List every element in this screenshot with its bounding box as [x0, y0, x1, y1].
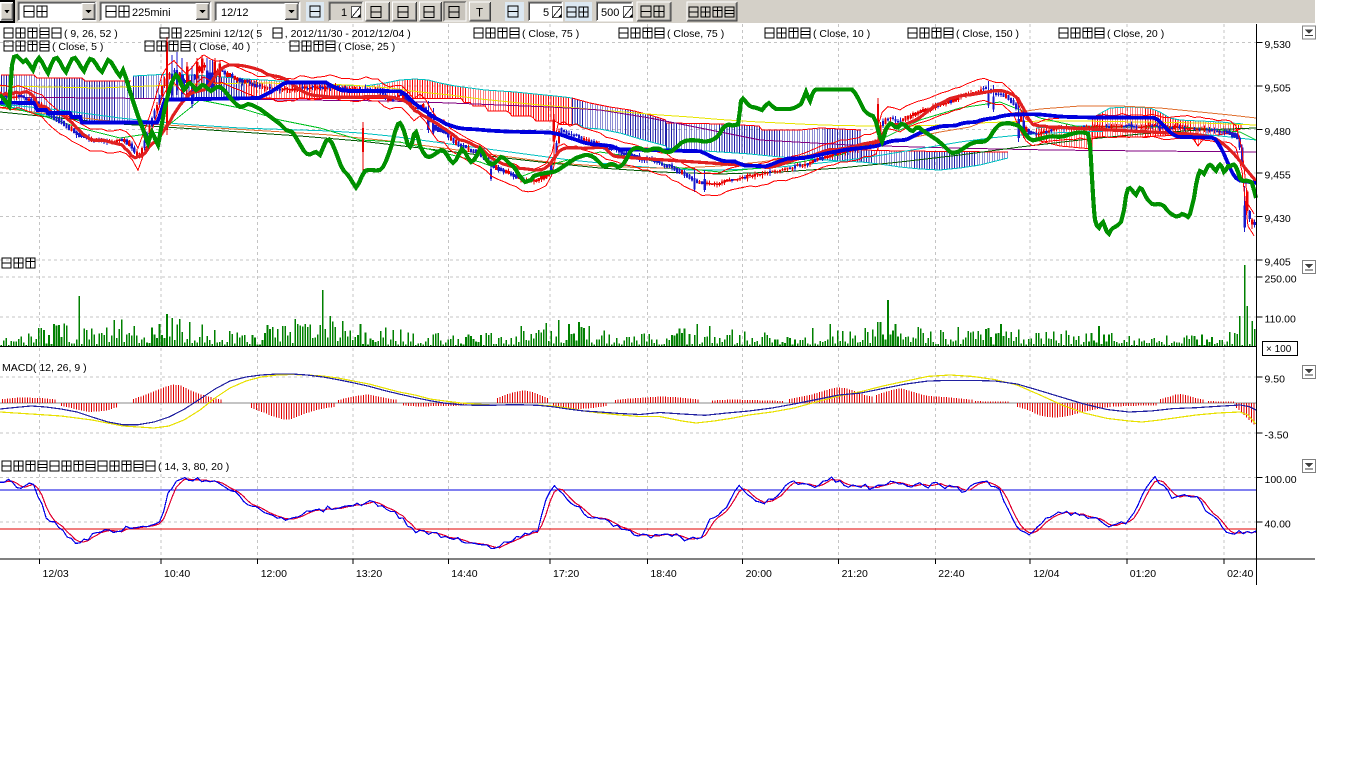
svg-text:( 9, 26, 52 ): ( 9, 26, 52 ) [64, 28, 118, 40]
svg-text:( Close, 40 ): ( Close, 40 ) [193, 41, 250, 53]
svg-text:12/03: 12/03 [43, 568, 69, 580]
svg-text:( Close, 75 ): ( Close, 75 ) [667, 28, 724, 40]
svg-text:12/04: 12/04 [1033, 568, 1059, 580]
svg-text:225mini 12/12( 5: 225mini 12/12( 5 [184, 28, 262, 40]
svg-text:5: 5 [543, 7, 549, 19]
svg-text:40.00: 40.00 [1265, 519, 1291, 531]
svg-text:14:40: 14:40 [451, 568, 477, 580]
svg-text:12/12: 12/12 [221, 7, 249, 19]
svg-text:( Close, 5 ): ( Close, 5 ) [52, 41, 103, 53]
svg-text:( 14, 3, 80, 20 ): ( 14, 3, 80, 20 ) [158, 461, 229, 473]
svg-text:12:00: 12:00 [261, 568, 287, 580]
svg-text:100.00: 100.00 [1265, 474, 1297, 486]
svg-text:225mini: 225mini [132, 7, 171, 19]
svg-text:9,480: 9,480 [1265, 126, 1291, 138]
svg-text:9,430: 9,430 [1265, 213, 1291, 225]
svg-text:9.50: 9.50 [1265, 374, 1286, 386]
svg-text:17:20: 17:20 [553, 568, 579, 580]
svg-text:02:40: 02:40 [1227, 568, 1253, 580]
svg-text:9,530: 9,530 [1265, 39, 1291, 51]
svg-text:500: 500 [601, 7, 619, 19]
svg-text:01:20: 01:20 [1130, 568, 1156, 580]
svg-text:9,405: 9,405 [1265, 256, 1291, 268]
svg-text:( Close, 150 ): ( Close, 150 ) [956, 28, 1019, 40]
svg-text:13:20: 13:20 [356, 568, 382, 580]
svg-text:( Close, 10 ): ( Close, 10 ) [813, 28, 870, 40]
svg-text:22:40: 22:40 [938, 568, 964, 580]
svg-text:9,455: 9,455 [1265, 170, 1291, 182]
svg-text:-3.50: -3.50 [1265, 430, 1289, 442]
svg-text:( Close, 25 ): ( Close, 25 ) [338, 41, 395, 53]
svg-text:T: T [476, 8, 483, 20]
svg-text:21:20: 21:20 [842, 568, 868, 580]
svg-text:, 2012/11/30 - 2012/12/04 ): , 2012/11/30 - 2012/12/04 ) [285, 28, 411, 40]
svg-text:9,505: 9,505 [1265, 83, 1291, 95]
svg-text:18:40: 18:40 [650, 568, 676, 580]
svg-text:110.00: 110.00 [1265, 314, 1296, 326]
svg-text:( Close, 75 ): ( Close, 75 ) [522, 28, 579, 40]
svg-text:10:40: 10:40 [164, 568, 190, 580]
svg-text:× 100: × 100 [1266, 344, 1292, 355]
svg-text:250.00: 250.00 [1265, 274, 1297, 286]
svg-text:1: 1 [341, 7, 347, 19]
svg-text:( Close, 20 ): ( Close, 20 ) [1107, 28, 1164, 40]
svg-text:MACD( 12, 26, 9 ): MACD( 12, 26, 9 ) [2, 362, 87, 374]
svg-text:20:00: 20:00 [746, 568, 772, 580]
